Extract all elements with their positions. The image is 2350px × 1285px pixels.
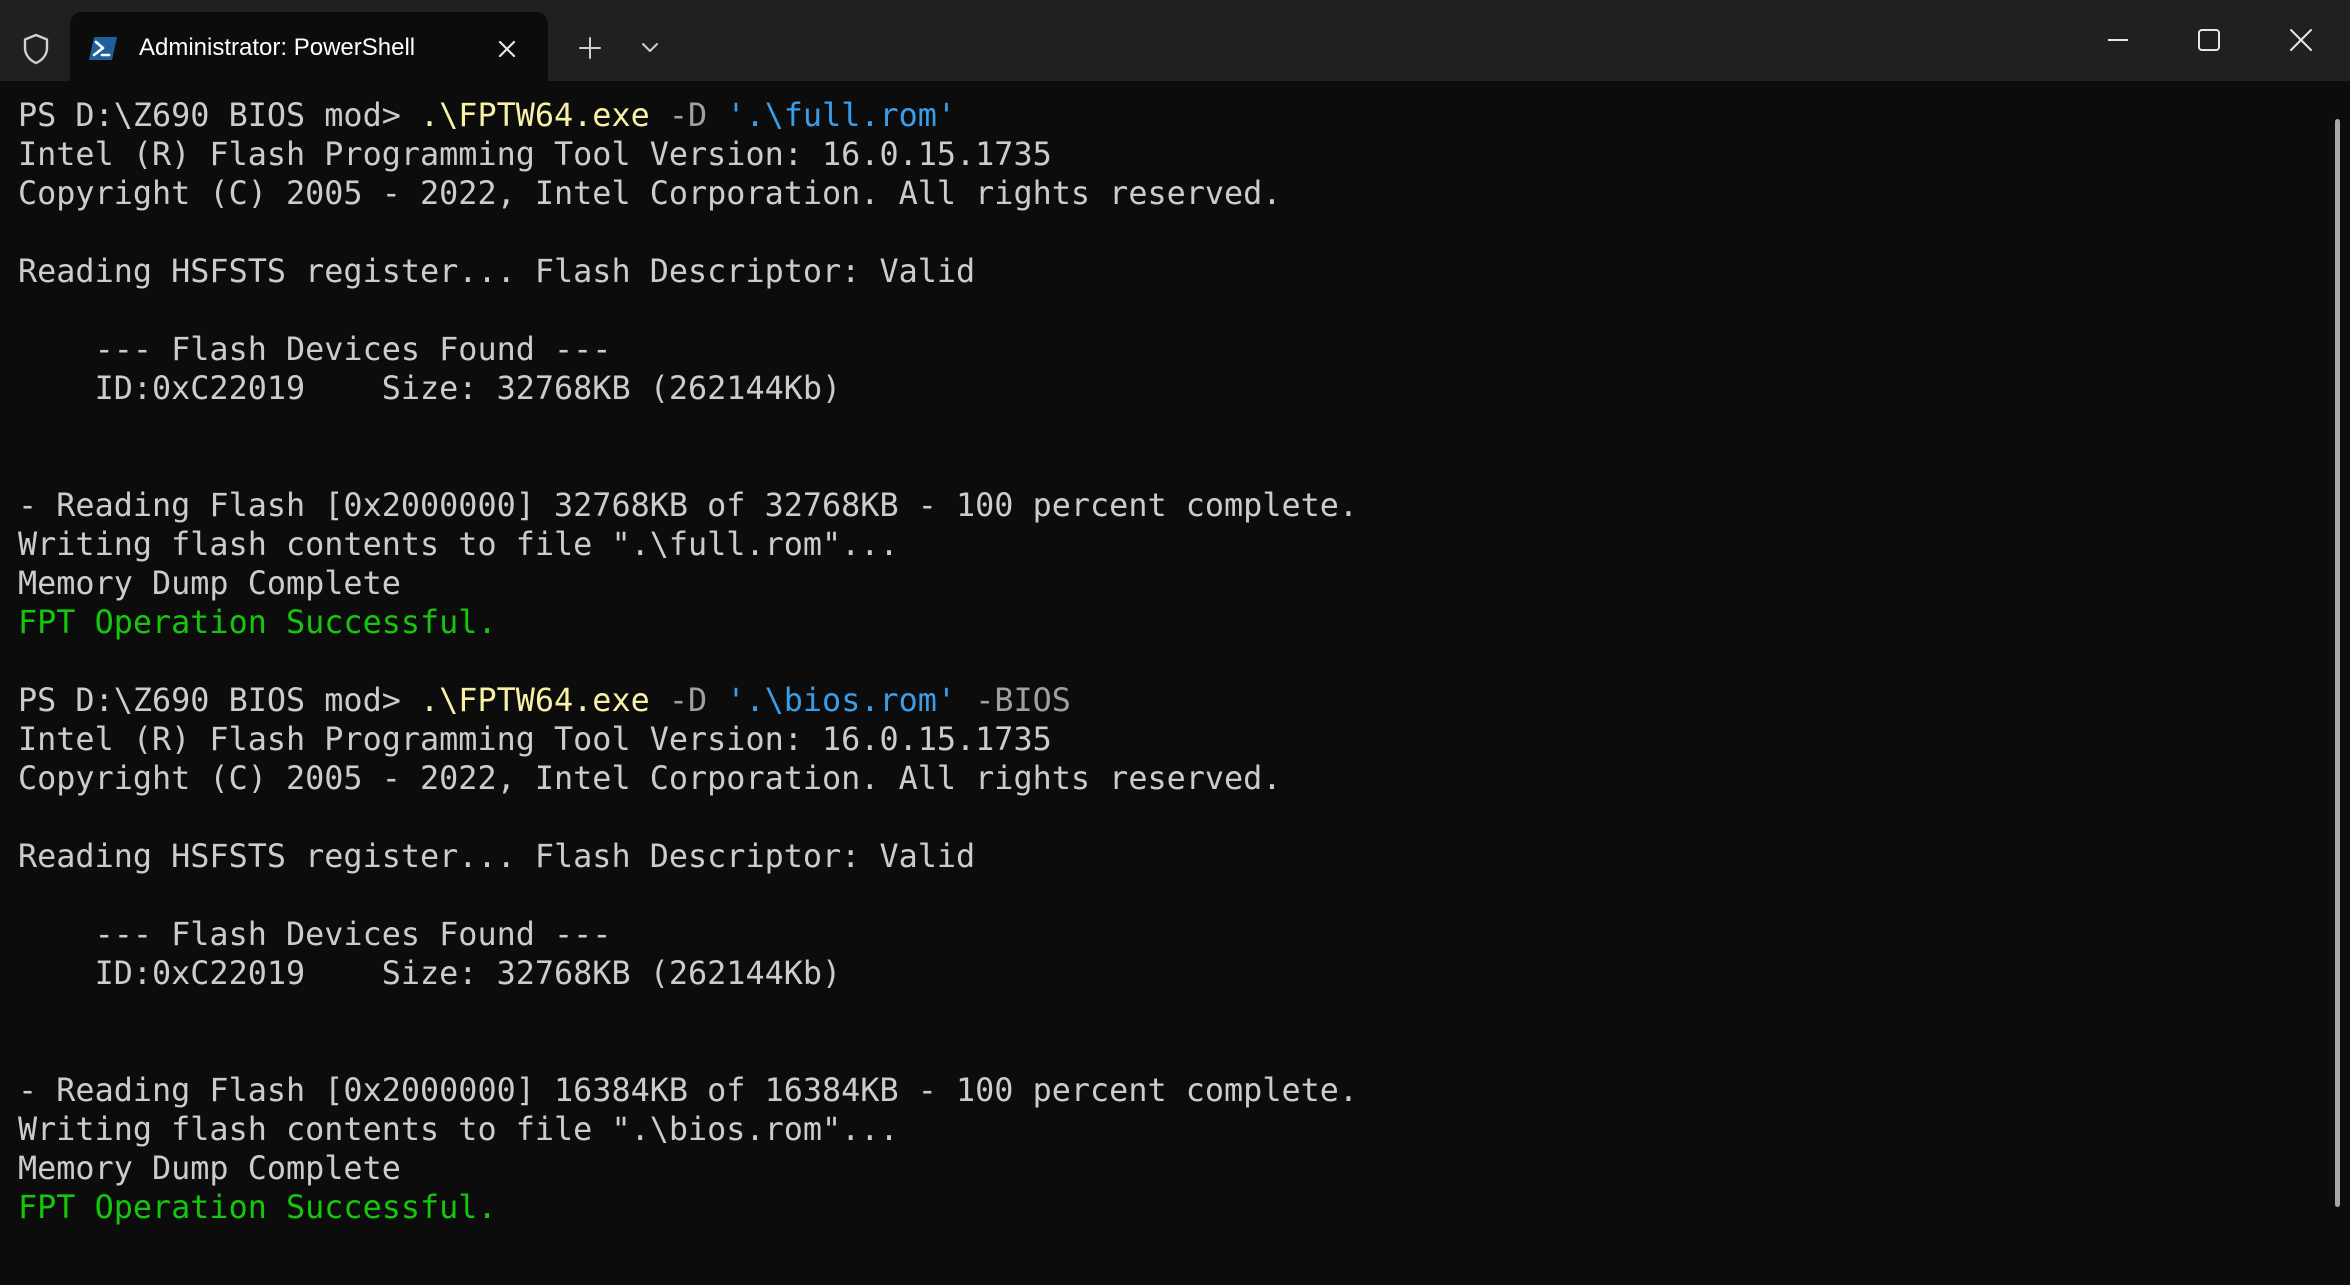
terminal-token-out: Reading HSFSTS register... Flash Descrip… xyxy=(18,838,976,875)
terminal-line: Memory Dump Complete xyxy=(18,564,1358,603)
terminal-line: ID:0xC22019 Size: 32768KB (262144Kb) xyxy=(18,954,1358,993)
powershell-icon xyxy=(88,36,118,61)
terminal-line: Reading HSFSTS register... Flash Descrip… xyxy=(18,252,1358,291)
terminal-line: FPT Operation Successful. xyxy=(18,603,1358,642)
terminal-token-out: Intel (R) Flash Programming Tool Version… xyxy=(18,721,1052,758)
maximize-icon xyxy=(2198,29,2220,51)
terminal-token-out: - Reading Flash [0x2000000] 16384KB of 1… xyxy=(18,1072,1359,1109)
shield-icon xyxy=(18,31,54,67)
maximize-button[interactable] xyxy=(2185,16,2233,64)
terminal-token-out: Copyright (C) 2005 - 2022, Intel Corpora… xyxy=(18,760,1282,797)
terminal-line: --- Flash Devices Found --- xyxy=(18,915,1358,954)
terminal-line: PS D:\Z690 BIOS mod> .\FPTW64.exe -D '.\… xyxy=(18,96,1358,135)
terminal-token-string: '.\bios.rom' xyxy=(726,682,957,719)
terminal-token-param: -D xyxy=(649,682,727,719)
scrollbar[interactable] xyxy=(2330,81,2350,1285)
new-tab-button[interactable] xyxy=(572,30,608,66)
scrollbar-thumb[interactable] xyxy=(2335,119,2340,1207)
terminal-token-out: ID:0xC22019 Size: 32768KB (262144Kb) xyxy=(18,955,842,992)
tab-dropdown-button[interactable] xyxy=(632,30,668,66)
terminal-window: Administrator: PowerShell PS D:\Z690 BIO… xyxy=(0,0,2350,1285)
terminal-line: Writing flash contents to file ".\full.r… xyxy=(18,525,1358,564)
minimize-button[interactable] xyxy=(2094,16,2142,64)
terminal-token-string: '.\full.rom' xyxy=(726,97,957,134)
close-icon xyxy=(2290,29,2312,51)
terminal-token-out: Memory Dump Complete xyxy=(18,565,401,602)
terminal-token-out: Copyright (C) 2005 - 2022, Intel Corpora… xyxy=(18,175,1282,212)
terminal-token-success: FPT Operation Successful. xyxy=(18,604,497,641)
chevron-down-icon xyxy=(642,43,658,52)
terminal-token-out: Intel (R) Flash Programming Tool Version… xyxy=(18,136,1052,173)
terminal-token-prompt: PS D:\Z690 BIOS mod> xyxy=(18,97,421,134)
terminal-token-prompt: PS D:\Z690 BIOS mod> xyxy=(18,682,421,719)
terminal-token-out: Writing flash contents to file ".\full.r… xyxy=(18,526,899,563)
terminal-token-out: Writing flash contents to file ".\bios.r… xyxy=(18,1111,899,1148)
terminal-line: ID:0xC22019 Size: 32768KB (262144Kb) xyxy=(18,369,1358,408)
title-bar[interactable]: Administrator: PowerShell xyxy=(0,0,2350,81)
terminal-line: Intel (R) Flash Programming Tool Version… xyxy=(18,135,1358,174)
close-window-button[interactable] xyxy=(2277,16,2325,64)
terminal-text: PS D:\Z690 BIOS mod> .\FPTW64.exe -D '.\… xyxy=(18,96,1358,1227)
terminal-token-success: FPT Operation Successful. xyxy=(18,1189,497,1226)
terminal-token-out: - Reading Flash [0x2000000] 32768KB of 3… xyxy=(18,487,1359,524)
close-icon[interactable] xyxy=(490,32,524,66)
terminal-line: - Reading Flash [0x2000000] 16384KB of 1… xyxy=(18,1071,1358,1110)
terminal-line: - Reading Flash [0x2000000] 32768KB of 3… xyxy=(18,486,1358,525)
terminal-token-param: -BIOS xyxy=(956,682,1071,719)
terminal-line: Writing flash contents to file ".\bios.r… xyxy=(18,1110,1358,1149)
terminal-token-out: Reading HSFSTS register... Flash Descrip… xyxy=(18,253,976,290)
terminal-token-out: --- Flash Devices Found --- xyxy=(18,916,612,953)
terminal-output[interactable]: PS D:\Z690 BIOS mod> .\FPTW64.exe -D '.\… xyxy=(0,81,2330,1285)
terminal-line: Copyright (C) 2005 - 2022, Intel Corpora… xyxy=(18,759,1358,798)
tab-title: Administrator: PowerShell xyxy=(139,34,416,61)
terminal-line: Reading HSFSTS register... Flash Descrip… xyxy=(18,837,1358,876)
terminal-line: PS D:\Z690 BIOS mod> .\FPTW64.exe -D '.\… xyxy=(18,681,1358,720)
terminal-token-exe: .\FPTW64.exe xyxy=(420,682,650,719)
terminal-token-exe: .\FPTW64.exe xyxy=(420,97,650,134)
terminal-line: --- Flash Devices Found --- xyxy=(18,330,1358,369)
terminal-line: Intel (R) Flash Programming Tool Version… xyxy=(18,720,1358,759)
terminal-token-param: -D xyxy=(649,97,727,134)
plus-icon xyxy=(579,37,601,59)
terminal-line: FPT Operation Successful. xyxy=(18,1188,1358,1227)
tab-powershell[interactable]: Administrator: PowerShell xyxy=(70,12,548,81)
minimize-icon xyxy=(2108,39,2128,41)
terminal-line: Copyright (C) 2005 - 2022, Intel Corpora… xyxy=(18,174,1358,213)
terminal-line: Memory Dump Complete xyxy=(18,1149,1358,1188)
terminal-token-out: Memory Dump Complete xyxy=(18,1150,401,1187)
terminal-token-out: --- Flash Devices Found --- xyxy=(18,331,612,368)
terminal-token-out: ID:0xC22019 Size: 32768KB (262144Kb) xyxy=(18,370,842,407)
